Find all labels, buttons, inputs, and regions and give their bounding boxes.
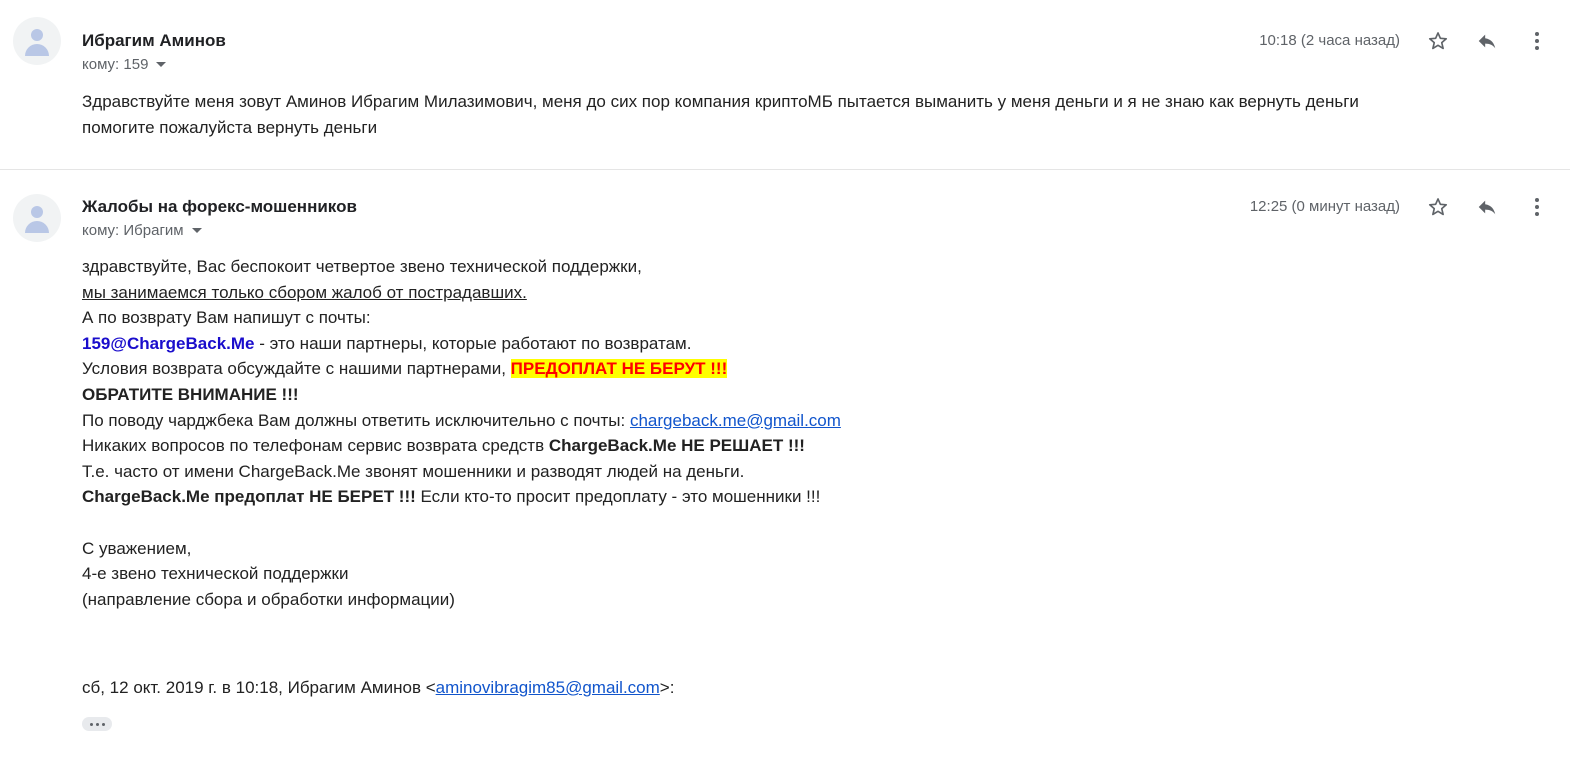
recipient-details-toggle[interactable]: кому: 159 [82,55,167,75]
bold-text: ChargeBack.Me предоплат НЕ БЕРЕТ !!! [82,487,416,507]
signature-line: С уважением, [82,538,192,558]
message-body: здравствуйте, Вас беспокоит четвертое зв… [82,254,1522,612]
email-message-1: Ибрагим Аминов кому: 159 10:18 (2 часа н… [0,0,1570,170]
body-text: Условия возврата обсуждайте с нашими пар… [82,359,511,379]
show-trimmed-content-button[interactable] [82,717,112,731]
star-button[interactable] [1423,192,1453,222]
email-message-2: Жалобы на форекс-мошенников кому: Ибраги… [0,170,1570,782]
signature-line: 4-е звено технической поддержки [82,564,349,584]
reply-icon [1478,34,1496,49]
sender-name: Жалобы на форекс-мошенников [82,197,357,216]
message-body: Здравствуйте меня зовут Аминов Ибрагим М… [82,89,1522,140]
recipient-label: кому: 159 [82,56,149,73]
reply-button[interactable] [1472,26,1502,56]
attention-heading: ОБРАТИТЕ ВНИМАНИЕ !!! [82,384,299,404]
body-text: По поводу чарджбека Вам должны ответить … [82,410,630,430]
body-line: Никаких вопросов по телефонам сервис воз… [82,433,1522,459]
quoted-message-header: сб, 12 окт. 2019 г. в 10:18, Ибрагим Ами… [82,677,674,699]
body-line: здравствуйте, Вас беспокоит четвертое зв… [82,257,642,276]
signature-line: (направление сбора и обработки информаци… [82,589,455,609]
star-icon [1428,32,1448,50]
body-text: Никаких вопросов по телефонам сервис воз… [82,436,549,456]
bold-text: ChargeBack.Me НЕ РЕШАЕТ !!! [548,436,805,456]
body-line: А по возврату Вам напишут с почты: [82,308,371,328]
body-line: По поводу чарджбека Вам должны ответить … [82,408,1522,434]
body-line: помогите пожалуйста вернуть деньги [82,117,378,137]
message-timestamp: 12:25 (0 минут назад) [1249,198,1400,215]
recipient-details-toggle[interactable]: кому: Ибрагим [82,221,202,241]
reply-button[interactable] [1472,192,1502,222]
chevron-down-icon [191,227,202,233]
body-line: Здравствуйте меня зовут Аминов Ибрагим М… [82,92,1359,111]
more-options-button[interactable] [1522,26,1552,56]
body-text: - это наши партнеры, которые работают по… [254,333,692,353]
body-line: ChargeBack.Me предоплат НЕ БЕРЕТ !!! Есл… [82,484,1522,510]
quote-suffix: >: [659,678,675,697]
body-line: Условия возврата обсуждайте с нашими пар… [82,356,1522,382]
body-line: мы занимаемся только сбором жалоб от пос… [82,280,1522,306]
quoted-sender-email-link[interactable]: aminovibragim85@gmail.com [436,678,660,697]
sender-name: Ибрагим Аминов [82,31,226,50]
ellipsis-dot [101,722,105,726]
reply-icon [1478,200,1496,215]
sender-avatar-icon [13,17,61,65]
ellipsis-dot [95,722,99,726]
quote-prefix: сб, 12 окт. 2019 г. в 10:18, Ибрагим Ами… [82,678,436,697]
message-timestamp: 10:18 (2 часа назад) [1259,32,1400,49]
recipient-label: кому: Ибрагим [82,222,184,239]
more-vertical-icon [1535,198,1539,216]
star-button[interactable] [1423,26,1453,56]
sender-avatar-icon [13,194,61,242]
body-text: Если кто-то просит предоплату - это моше… [415,487,821,507]
body-line: Т.е. часто от имени ChargeBack.Me звонят… [82,461,745,481]
chevron-down-icon [156,61,167,67]
chargeback-email-link[interactable]: chargeback.me@gmail.com [630,411,841,430]
more-options-button[interactable] [1522,192,1552,222]
more-vertical-icon [1535,32,1539,50]
ellipsis-dot [89,722,93,726]
alert-highlight: ПРЕДОПЛАТ НЕ БЕРУТ !!! [510,359,728,379]
partner-email: 159@ChargeBack.Me [82,333,255,353]
underlined-text: мы занимаемся только сбором жалоб от пос… [82,282,527,302]
star-icon [1428,198,1448,216]
body-line: 159@ChargeBack.Me - это наши партнеры, к… [82,331,1522,357]
